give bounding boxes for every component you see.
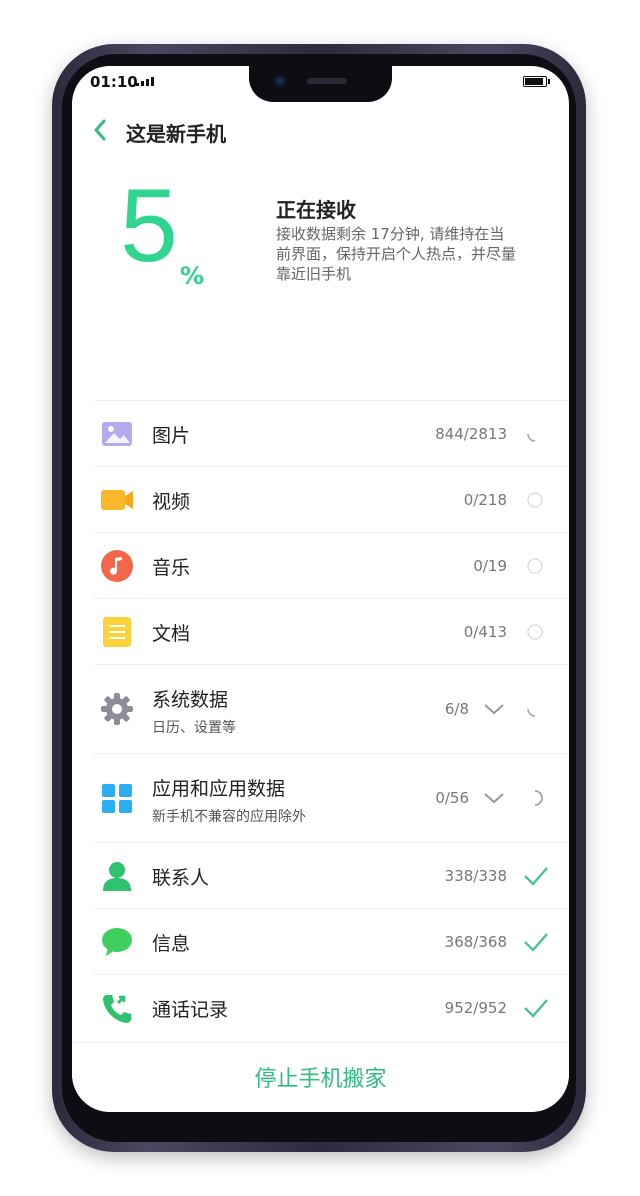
progress-percent: 5 xyxy=(120,168,178,284)
item-count: 338/338 xyxy=(444,867,507,885)
music-icon xyxy=(100,549,134,583)
item-label: 音乐 xyxy=(152,557,191,579)
percent-sign: % xyxy=(180,262,205,290)
list-item-system-data[interactable]: 系统数据 日历、设置等 6/8 xyxy=(94,665,569,754)
list-item-documents[interactable]: 文档 0/413 xyxy=(94,599,569,665)
picture-icon xyxy=(100,417,134,451)
check-icon xyxy=(523,930,548,954)
stop-migration-button[interactable]: 停止手机搬家 xyxy=(72,1061,569,1093)
data-category-list: 图片 844/2813 视频 0/218 音乐 0/19 文档 0/413 系统… xyxy=(88,400,569,1040)
notch xyxy=(249,66,392,102)
phone-icon xyxy=(100,991,134,1025)
back-icon[interactable] xyxy=(92,118,108,146)
pending-icon xyxy=(523,620,547,644)
status-title: 正在接收 xyxy=(276,198,356,222)
item-count: 0/413 xyxy=(463,623,507,641)
status-time: 01:10 xyxy=(90,73,138,91)
video-icon xyxy=(100,483,134,517)
list-item-music[interactable]: 音乐 0/19 xyxy=(94,533,569,599)
loading-icon xyxy=(523,422,547,446)
list-item-contacts[interactable]: 联系人 338/338 xyxy=(94,843,569,909)
item-label: 联系人 xyxy=(152,867,210,889)
earpiece-speaker xyxy=(307,78,347,84)
list-item-call-log[interactable]: 通话记录 952/952 xyxy=(94,975,569,1040)
battery-icon xyxy=(523,76,547,87)
bottom-bar: 停止手机搬家 xyxy=(72,1042,569,1112)
header: 这是新手机 xyxy=(72,114,569,150)
item-label: 系统数据 xyxy=(152,689,229,711)
message-icon xyxy=(100,925,134,959)
item-count: 0/19 xyxy=(473,557,507,575)
contact-icon xyxy=(100,859,134,893)
page-title: 这是新手机 xyxy=(126,122,226,146)
gear-icon xyxy=(100,692,134,726)
check-icon xyxy=(523,864,548,888)
item-count: 0/218 xyxy=(463,491,507,509)
signal-icon xyxy=(136,77,154,86)
status-description: 接收数据剩余 17分钟, 请维持在当前界面，保持开启个人热点，并尽量靠近旧手机 xyxy=(276,225,517,283)
item-label: 通话记录 xyxy=(152,999,229,1021)
list-item-apps[interactable]: 应用和应用数据 新手机不兼容的应用除外 0/56 xyxy=(94,754,569,843)
item-label: 文档 xyxy=(152,623,191,645)
item-subtitle: 新手机不兼容的应用除外 xyxy=(152,809,306,825)
pending-icon xyxy=(523,488,547,512)
check-icon xyxy=(523,996,548,1020)
item-subtitle: 日历、设置等 xyxy=(152,720,236,736)
list-item-videos[interactable]: 视频 0/218 xyxy=(94,467,569,533)
item-count: 952/952 xyxy=(444,999,507,1017)
list-item-pictures[interactable]: 图片 844/2813 xyxy=(94,401,569,467)
item-count: 6/8 xyxy=(444,700,469,718)
chevron-down-icon[interactable] xyxy=(483,790,505,809)
battery-tip xyxy=(548,79,550,84)
pending-icon xyxy=(523,554,547,578)
loading-icon xyxy=(523,697,547,721)
front-camera xyxy=(273,74,287,88)
list-item-messages[interactable]: 信息 368/368 xyxy=(94,909,569,975)
chevron-down-icon[interactable] xyxy=(483,701,505,720)
item-label: 信息 xyxy=(152,933,191,955)
item-label: 应用和应用数据 xyxy=(152,778,286,800)
loading-icon xyxy=(523,786,547,810)
item-count: 368/368 xyxy=(444,933,507,951)
screen: 01:10 这是新手机 5 % 正在接收 接收数据剩余 17分钟, 请维持在当前… xyxy=(72,66,569,1112)
item-label: 视频 xyxy=(152,491,191,513)
item-label: 图片 xyxy=(152,425,191,447)
item-count: 844/2813 xyxy=(435,425,507,443)
item-count: 0/56 xyxy=(435,789,469,807)
document-icon xyxy=(100,615,134,649)
apps-icon xyxy=(100,781,134,815)
